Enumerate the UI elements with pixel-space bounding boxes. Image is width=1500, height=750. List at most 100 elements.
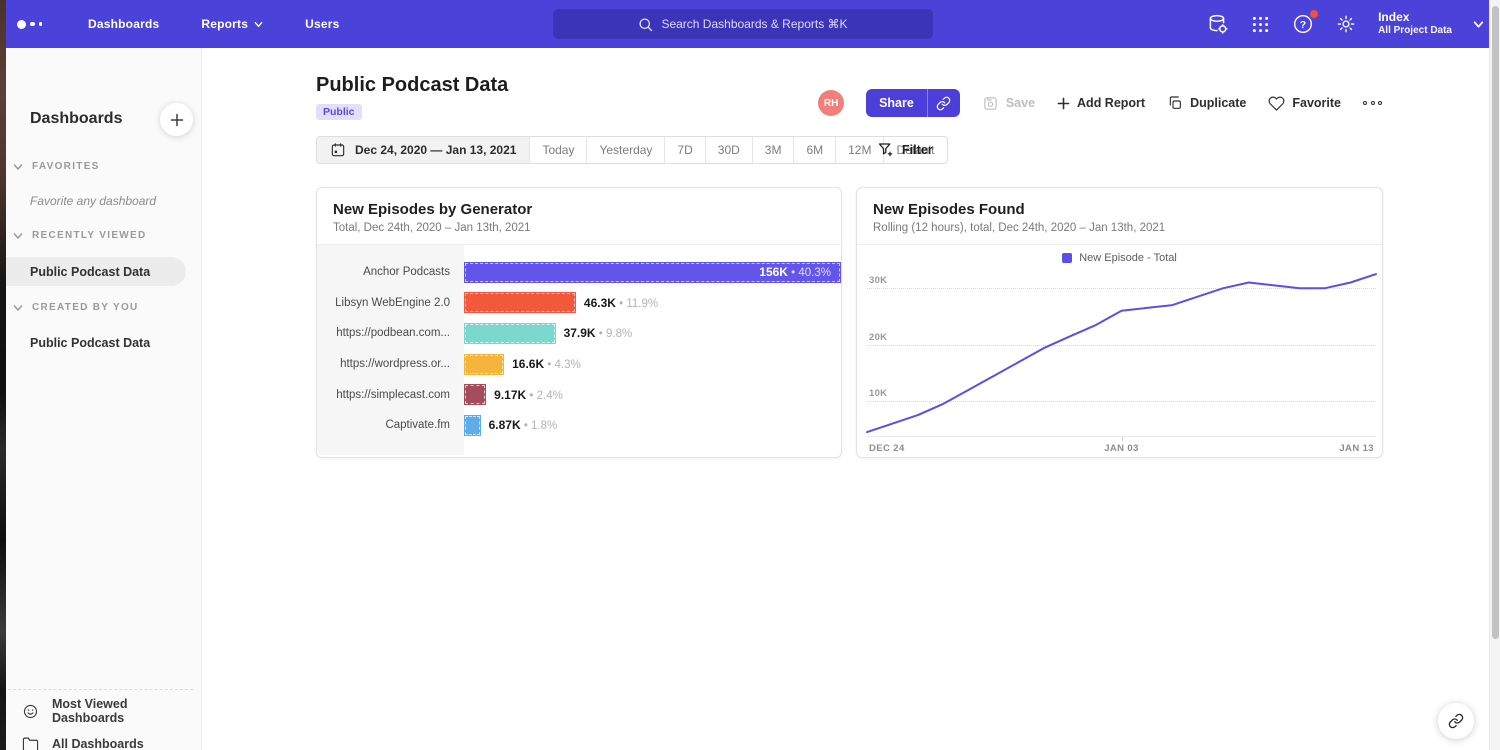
project-selector[interactable]: Index All Project Data — [1378, 10, 1452, 38]
chevron-down-icon — [13, 231, 23, 241]
bar-row: https://podbean.com... 37.9K • 9.8% — [317, 318, 841, 349]
bar-value-label: 37.9K • 9.8% — [564, 326, 633, 340]
bar-row: Captivate.fm 6.87K • 1.8% — [317, 410, 841, 441]
line-plot: 30K20K10K — [867, 269, 1376, 436]
bar-category-label: https://simplecast.com — [317, 389, 464, 401]
plus-icon — [1057, 97, 1070, 110]
save-icon — [982, 95, 999, 112]
data-management-icon[interactable] — [1206, 13, 1229, 36]
copy-link-button[interactable] — [927, 89, 960, 117]
save-button[interactable]: Save — [982, 95, 1035, 112]
date-preset-button[interactable]: 6M — [793, 137, 835, 163]
bar-segment[interactable] — [464, 415, 481, 436]
date-preset-button[interactable]: Today — [529, 137, 586, 163]
bar-category-label: https://podbean.com... — [317, 327, 464, 339]
all-dashboards-button[interactable]: All Dashboards — [22, 732, 144, 750]
most-viewed-dashboards-label: Most Viewed Dashboards — [52, 697, 201, 725]
sidebar-item-public-podcast-data[interactable]: Public Podcast Data — [0, 257, 186, 286]
section-created-by-you[interactable]: CREATED BY YOU — [13, 302, 139, 313]
chart-title[interactable]: New Episodes by Generator — [333, 201, 825, 218]
date-range-button[interactable]: Dec 24, 2020 — Jan 13, 2021 — [317, 137, 529, 163]
bar-value-label: 9.17K • 2.4% — [494, 388, 563, 402]
bar-row: https://simplecast.com 9.17K • 2.4% — [317, 379, 841, 410]
favorites-empty-text: Favorite any dashboard — [30, 194, 156, 208]
scrollbar-thumb[interactable] — [1492, 6, 1499, 639]
date-preset-button[interactable]: Yesterday — [586, 137, 664, 163]
more-options-button[interactable] — [1363, 101, 1382, 105]
x-tick-label: JAN 03 — [1104, 443, 1139, 454]
legend-label: New Episode - Total — [1079, 252, 1177, 264]
add-dashboard-button[interactable] — [160, 103, 193, 136]
apps-grid-icon[interactable] — [1250, 14, 1271, 35]
bar-rows: Anchor Podcasts156K • 40.3%Libsyn WebEng… — [317, 257, 841, 441]
bar-value-label: 46.3K • 11.9% — [584, 296, 658, 310]
bar-value-label: 6.87K • 1.8% — [489, 418, 558, 432]
bar-row: Anchor Podcasts156K • 40.3% — [317, 257, 841, 288]
date-preset-button[interactable]: 30D — [705, 137, 752, 163]
header-actions: RH Share Save Add Report Duplicate Favor… — [818, 89, 1382, 117]
bar-segment[interactable] — [464, 292, 576, 313]
section-recently-viewed[interactable]: RECENTLY VIEWED — [13, 230, 147, 241]
bar-value-label: 156K • 40.3% — [759, 265, 831, 279]
avatar[interactable]: RH — [818, 90, 844, 116]
bar-row: https://wordpress.or...16.6K • 4.3% — [317, 349, 841, 380]
filter-icon — [877, 141, 894, 158]
bar-segment[interactable]: 156K • 40.3% — [464, 262, 841, 283]
desktop-edge-artifact — [0, 0, 6, 750]
most-viewed-dashboards-button[interactable]: Most Viewed Dashboards — [22, 699, 201, 723]
mixpanel-logo[interactable] — [17, 20, 42, 29]
help-button[interactable]: ? — [1292, 13, 1314, 35]
bar-track: 37.9K • 9.8% — [464, 318, 841, 349]
bar-category-label: Captivate.fm — [317, 419, 464, 431]
page-scrollbar — [1489, 0, 1500, 750]
share-link-floating-button[interactable] — [1438, 703, 1474, 739]
favorite-button[interactable]: Favorite — [1268, 95, 1341, 112]
bar-segment[interactable] — [464, 323, 556, 344]
nav-item-reports-label: Reports — [201, 17, 248, 31]
search-placeholder: Search Dashboards & Reports ⌘K — [661, 17, 847, 31]
card-new-episodes-by-generator: New Episodes by Generator Total, Dec 24t… — [316, 187, 842, 458]
folder-icon — [22, 736, 39, 750]
x-tick-label: DEC 24 — [869, 443, 905, 454]
nav-item-users[interactable]: Users — [305, 17, 339, 31]
date-preset-button[interactable]: 7D — [664, 137, 704, 163]
section-recently-viewed-label: RECENTLY VIEWED — [32, 230, 147, 241]
chevron-down-icon[interactable] — [1473, 19, 1484, 30]
x-tick-mark — [1122, 437, 1123, 441]
section-favorites[interactable]: FAVORITES — [13, 161, 100, 172]
chevron-down-icon — [254, 20, 263, 29]
filter-button[interactable]: Filter — [877, 141, 933, 158]
chart-legend[interactable]: New Episode - Total — [857, 245, 1382, 264]
nav-item-dashboards[interactable]: Dashboards — [88, 17, 159, 31]
sidebar-title: Dashboards — [30, 110, 122, 128]
chart-title[interactable]: New Episodes Found — [873, 201, 1366, 218]
chart-subtitle: Total, Dec 24th, 2020 – Jan 13th, 2021 — [333, 222, 825, 234]
date-preset-button[interactable]: 3M — [752, 137, 794, 163]
smiley-icon — [22, 703, 39, 720]
card-header: New Episodes Found Rolling (12 hours), t… — [857, 188, 1382, 245]
search-input[interactable]: Search Dashboards & Reports ⌘K — [553, 9, 933, 39]
x-axis: DEC 24 JAN 03 JAN 13 — [867, 436, 1376, 456]
nav-item-reports[interactable]: Reports — [201, 17, 263, 31]
chevron-down-icon — [13, 303, 23, 313]
more-options-icon — [1371, 101, 1375, 105]
sidebar-item-public-podcast-data-2[interactable]: Public Podcast Data — [30, 336, 150, 350]
save-label: Save — [1006, 96, 1035, 110]
link-icon — [1448, 713, 1464, 729]
date-range-bar: Dec 24, 2020 — Jan 13, 2021 TodayYesterd… — [316, 136, 948, 164]
add-report-label: Add Report — [1077, 96, 1145, 110]
add-report-button[interactable]: Add Report — [1057, 96, 1145, 110]
svg-text:?: ? — [1300, 19, 1306, 31]
share-button[interactable]: Share — [866, 89, 927, 117]
top-nav: Dashboards Reports Users Search Dashboar… — [0, 0, 1500, 48]
more-options-icon — [1363, 101, 1367, 105]
card-header: New Episodes by Generator Total, Dec 24t… — [317, 188, 841, 245]
duplicate-button[interactable]: Duplicate — [1167, 95, 1246, 111]
project-scope: All Project Data — [1378, 25, 1452, 38]
page-title: Public Podcast Data — [316, 74, 508, 97]
bar-segment[interactable] — [464, 354, 504, 375]
section-favorites-label: FAVORITES — [32, 161, 100, 172]
bar-segment[interactable] — [464, 384, 486, 405]
settings-gear-icon[interactable] — [1335, 13, 1357, 35]
card-new-episodes-found: New Episodes Found Rolling (12 hours), t… — [856, 187, 1383, 458]
